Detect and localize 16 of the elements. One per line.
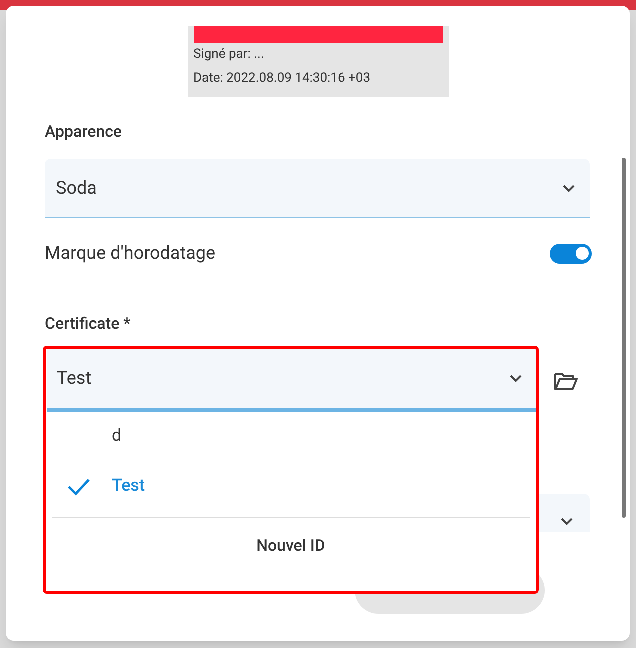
appearance-select[interactable]: Soda [45, 159, 590, 218]
field-label: Certificate * [45, 313, 132, 335]
timestamp-label: Marque d'horodatage [45, 242, 216, 266]
signed-by-text: Signé par: ... [194, 47, 266, 63]
dropdown-option[interactable]: Test [46, 462, 536, 512]
field-label: Apparence [45, 121, 123, 143]
folder-icon[interactable] [553, 370, 579, 390]
dropdown-option[interactable]: d [46, 412, 536, 462]
chevron-down-icon [509, 374, 523, 383]
check-icon [67, 478, 91, 496]
certificate-select[interactable]: Test [47, 349, 537, 412]
chevron-down-icon [560, 517, 574, 526]
date-text: Date: 2022.08.09 14:30:16 +03 [194, 71, 372, 87]
timestamp-toggle[interactable] [550, 244, 592, 264]
chevron-down-icon [562, 184, 576, 192]
new-id-button[interactable]: Nouvel ID [46, 518, 536, 573]
